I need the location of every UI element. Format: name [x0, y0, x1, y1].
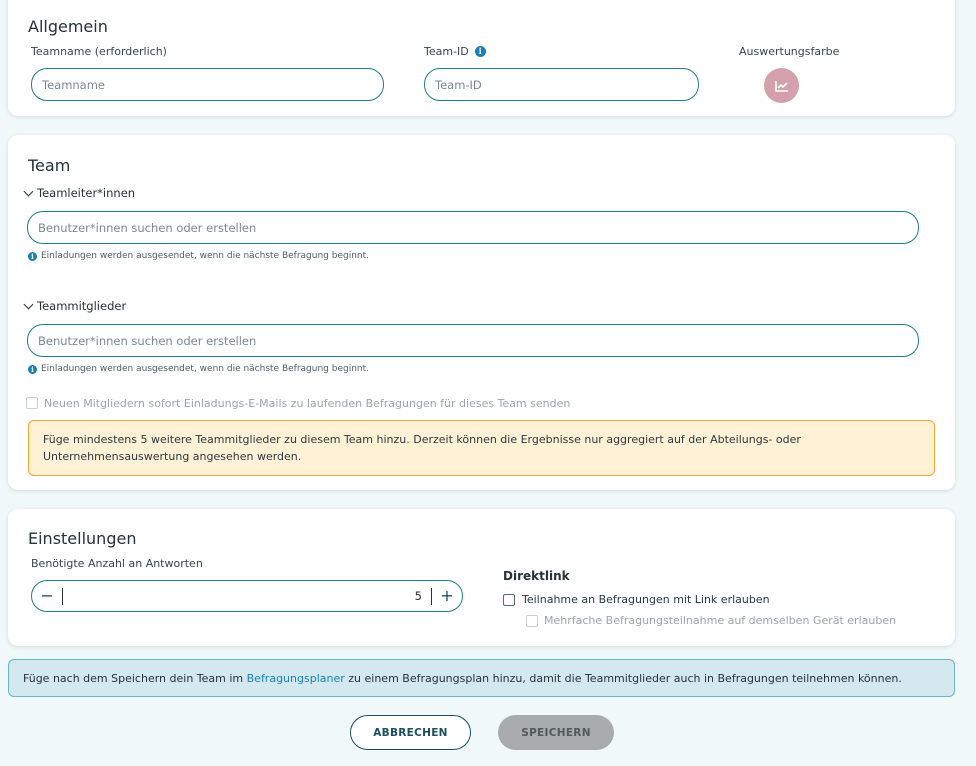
team-name-label: Teamname (erforderlich) — [31, 45, 167, 58]
banner-text-before: Füge nach dem Speichern dein Team im — [23, 671, 247, 685]
team-leaders-hint-text: Einladungen werden ausgesendet, wenn die… — [41, 251, 370, 261]
team-title: Team — [28, 156, 71, 175]
save-button[interactable]: SPEICHERN — [498, 715, 614, 750]
color-label: Auswertungsfarbe — [739, 45, 840, 58]
stepper-divider — [62, 588, 63, 605]
decrement-button[interactable]: − — [32, 581, 62, 611]
required-answers-stepper[interactable]: − 5 + — [31, 580, 463, 612]
team-leaders-search-input[interactable] — [27, 211, 919, 244]
general-title: Allgemein — [28, 17, 108, 36]
team-members-search-input[interactable] — [27, 324, 919, 357]
info-icon[interactable]: i — [474, 46, 486, 57]
team-id-input[interactable] — [424, 68, 699, 101]
chart-line-icon — [774, 80, 788, 92]
team-members-label: Teammitglieder — [37, 299, 127, 313]
banner-text-after: zu einem Befragungsplan hinzu, damit die… — [344, 671, 902, 685]
team-members-toggle[interactable]: Teammitglieder — [23, 299, 127, 313]
team-id-label: Team-ID i — [424, 45, 486, 58]
increment-button[interactable]: + — [432, 581, 462, 611]
multiple-participation-checkbox[interactable] — [526, 615, 538, 627]
allow-link-label: Teilnahme an Befragungen mit Link erlaub… — [522, 593, 770, 606]
invite-immediately-label: Neuen Mitgliedern sofort Einladungs-E-Ma… — [44, 397, 571, 410]
allow-link-checkbox[interactable] — [503, 594, 515, 606]
team-name-input[interactable] — [31, 68, 384, 101]
team-leaders-toggle[interactable]: Teamleiter*innen — [23, 186, 136, 200]
color-picker-button[interactable] — [764, 68, 799, 103]
multiple-participation-label: Mehrfache Befragungsteilnahme auf demsel… — [544, 614, 897, 627]
info-icon: i — [28, 364, 37, 374]
settings-title: Einstellungen — [28, 529, 137, 548]
save-info-banner: Füge nach dem Speichern dein Team im Bef… — [8, 659, 955, 697]
direct-link-title: Direktlink — [503, 569, 570, 583]
cancel-button[interactable]: ABBRECHEN — [350, 715, 471, 750]
settings-card: Einstellungen Benötigte Anzahl an Antwor… — [8, 509, 955, 646]
team-leaders-label: Teamleiter*innen — [37, 186, 136, 200]
team-id-label-text: Team-ID — [424, 45, 469, 58]
survey-planner-link[interactable]: Befragungsplaner — [247, 672, 345, 685]
required-answers-value[interactable]: 5 — [415, 589, 422, 603]
chevron-down-icon — [23, 299, 34, 309]
team-leaders-hint: i Einladungen werden ausgesendet, wenn d… — [28, 251, 369, 261]
team-members-hint-text: Einladungen werden ausgesendet, wenn die… — [41, 364, 370, 374]
general-card: Allgemein Teamname (erforderlich) Team-I… — [8, 0, 955, 116]
required-answers-label: Benötigte Anzahl an Antworten — [31, 557, 203, 570]
invite-immediately-checkbox[interactable] — [26, 397, 38, 409]
min-members-warning: Füge mindestens 5 weitere Teammitglieder… — [28, 420, 935, 476]
info-icon: i — [28, 251, 37, 261]
chevron-down-icon — [23, 186, 34, 196]
team-card: Team Teamleiter*innen i Einladungen werd… — [8, 135, 955, 490]
team-members-hint: i Einladungen werden ausgesendet, wenn d… — [28, 364, 369, 374]
